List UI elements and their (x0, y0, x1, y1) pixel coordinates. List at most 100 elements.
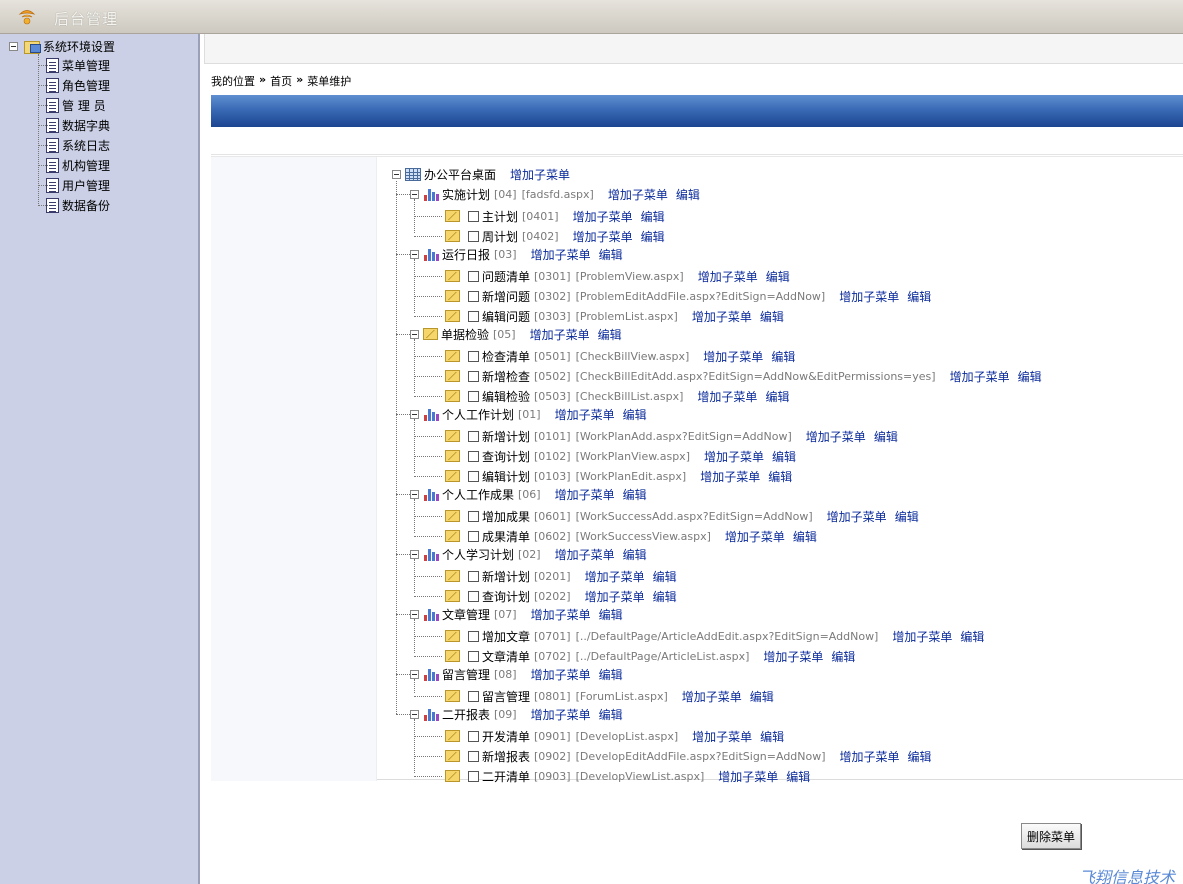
collapse-icon[interactable] (410, 669, 419, 679)
menu-item-node[interactable]: 新增问题 [0302] [ProblemEditAddFile.aspx?EditS… (445, 287, 931, 305)
sidebar-item[interactable]: 系统日志 (46, 136, 110, 154)
edit-link[interactable]: 编辑 (598, 326, 622, 343)
edit-link[interactable]: 编辑 (772, 448, 796, 465)
edit-link[interactable]: 编辑 (676, 186, 700, 203)
collapse-icon[interactable] (410, 329, 419, 339)
add-submenu-link[interactable]: 增加子菜单 (840, 748, 900, 765)
menu-checkbox[interactable] (468, 470, 479, 482)
edit-link[interactable]: 编辑 (908, 748, 932, 765)
menu-item-node[interactable]: 问题清单 [0301] [ProblemView.aspx] 增加子菜单 编辑 (445, 267, 790, 285)
collapse-icon[interactable] (392, 169, 401, 179)
edit-link[interactable]: 编辑 (1018, 368, 1042, 385)
sidebar-item[interactable]: 机构管理 (46, 156, 110, 174)
menu-item-node[interactable]: 新增计划 [0101] [WorkPlanAdd.aspx?EditSign=Add… (445, 427, 898, 445)
menu-item-node[interactable]: 留言管理 [0801] [ForumList.aspx] 增加子菜单 编辑 (445, 687, 774, 705)
edit-link[interactable]: 编辑 (599, 606, 623, 623)
menu-checkbox[interactable] (468, 230, 479, 242)
menu-checkbox[interactable] (468, 290, 479, 302)
add-submenu-link[interactable]: 增加子菜单 (892, 628, 952, 645)
edit-link[interactable]: 编辑 (599, 246, 623, 263)
menu-item-node[interactable]: 新增检查 [0502] [CheckBillEditAdd.aspx?EditSig… (445, 367, 1042, 385)
edit-link[interactable]: 编辑 (793, 528, 817, 545)
add-submenu-link[interactable]: 增加子菜单 (763, 648, 823, 665)
menu-group-node[interactable]: 个人工作成果 [06] 增加子菜单 编辑 (410, 485, 647, 503)
add-submenu-link[interactable]: 增加子菜单 (555, 546, 615, 563)
menu-item-node[interactable]: 二开清单 [0903] [DevelopViewList.aspx] 增加子菜单 编辑 (445, 767, 810, 785)
edit-link[interactable]: 编辑 (623, 406, 647, 423)
menu-group-node[interactable]: 实施计划 [04] [fadsfd.aspx] 增加子菜单 编辑 (410, 185, 700, 203)
add-submenu-link[interactable]: 增加子菜单 (510, 166, 570, 183)
add-submenu-link[interactable]: 增加子菜单 (703, 348, 763, 365)
menu-checkbox[interactable] (468, 210, 479, 222)
menu-checkbox[interactable] (468, 570, 479, 582)
menu-checkbox[interactable] (468, 690, 479, 702)
collapse-icon[interactable] (410, 709, 419, 719)
menu-group-node[interactable]: 运行日报 [03] 增加子菜单 编辑 (410, 245, 623, 263)
menu-checkbox[interactable] (468, 650, 479, 662)
menu-checkbox[interactable] (468, 750, 479, 762)
collapse-icon[interactable] (410, 549, 419, 559)
add-submenu-link[interactable]: 增加子菜单 (697, 388, 757, 405)
menu-group-node[interactable]: 单据检验 [05] 增加子菜单 编辑 (410, 325, 622, 343)
menu-checkbox[interactable] (468, 390, 479, 402)
menu-item-node[interactable]: 查询计划 [0102] [WorkPlanView.aspx] 增加子菜单 编辑 (445, 447, 796, 465)
add-submenu-link[interactable]: 增加子菜单 (692, 308, 752, 325)
edit-link[interactable]: 编辑 (641, 228, 665, 245)
menu-item-node[interactable]: 编辑计划 [0103] [WorkPlanEdit.aspx] 增加子菜单 编辑 (445, 467, 792, 485)
sidebar-item[interactable]: 菜单管理 (46, 56, 110, 74)
add-submenu-link[interactable]: 增加子菜单 (573, 208, 633, 225)
add-submenu-link[interactable]: 增加子菜单 (531, 246, 591, 263)
edit-link[interactable]: 编辑 (653, 588, 677, 605)
add-submenu-link[interactable]: 增加子菜单 (725, 528, 785, 545)
sidebar-item[interactable]: 管 理 员 (46, 96, 106, 114)
menu-item-node[interactable]: 增加成果 [0601] [WorkSuccessAdd.aspx?EditSign=… (445, 507, 919, 525)
add-submenu-link[interactable]: 增加子菜单 (530, 326, 590, 343)
edit-link[interactable]: 编辑 (623, 546, 647, 563)
edit-link[interactable]: 编辑 (760, 308, 784, 325)
menu-group-node[interactable]: 文章管理 [07] 增加子菜单 编辑 (410, 605, 623, 623)
edit-link[interactable]: 编辑 (766, 268, 790, 285)
add-submenu-link[interactable]: 增加子菜单 (827, 508, 887, 525)
menu-item-node[interactable]: 编辑检验 [0503] [CheckBillList.aspx] 增加子菜单 编辑 (445, 387, 789, 405)
add-submenu-link[interactable]: 增加子菜单 (950, 368, 1010, 385)
collapse-icon[interactable] (410, 249, 419, 259)
add-submenu-link[interactable]: 增加子菜单 (692, 728, 752, 745)
sidebar-item[interactable]: 角色管理 (46, 76, 110, 94)
menu-group-node[interactable]: 个人工作计划 [01] 增加子菜单 编辑 (410, 405, 647, 423)
add-submenu-link[interactable]: 增加子菜单 (700, 468, 760, 485)
menu-checkbox[interactable] (468, 430, 479, 442)
tree-root-node[interactable]: 办公平台桌面 增加子菜单 (392, 165, 570, 183)
menu-item-node[interactable]: 增加文章 [0701] [../DefaultPage/ArticleAddEdit… (445, 627, 984, 645)
menu-checkbox[interactable] (468, 510, 479, 522)
menu-item-node[interactable]: 主计划 [0401] 增加子菜单 编辑 (445, 207, 665, 225)
menu-group-node[interactable]: 二开报表 [09] 增加子菜单 编辑 (410, 705, 623, 723)
add-submenu-link[interactable]: 增加子菜单 (585, 588, 645, 605)
edit-link[interactable]: 编辑 (599, 666, 623, 683)
menu-item-node[interactable]: 开发清单 [0901] [DevelopList.aspx] 增加子菜单 编辑 (445, 727, 784, 745)
edit-link[interactable]: 编辑 (895, 508, 919, 525)
edit-link[interactable]: 编辑 (874, 428, 898, 445)
collapse-icon[interactable] (9, 41, 18, 51)
menu-checkbox[interactable] (468, 630, 479, 642)
menu-group-node[interactable]: 个人学习计划 [02] 增加子菜单 编辑 (410, 545, 647, 563)
add-submenu-link[interactable]: 增加子菜单 (718, 768, 778, 785)
add-submenu-link[interactable]: 增加子菜单 (682, 688, 742, 705)
menu-item-node[interactable]: 检查清单 [0501] [CheckBillView.aspx] 增加子菜单 编辑 (445, 347, 795, 365)
menu-item-node[interactable]: 新增计划 [0201] 增加子菜单 编辑 (445, 567, 677, 585)
delete-menu-button[interactable]: 删除菜单 (1021, 823, 1081, 849)
edit-link[interactable]: 编辑 (771, 348, 795, 365)
edit-link[interactable]: 编辑 (786, 768, 810, 785)
add-submenu-link[interactable]: 增加子菜单 (531, 666, 591, 683)
menu-checkbox[interactable] (468, 730, 479, 742)
menu-item-node[interactable]: 查询计划 [0202] 增加子菜单 编辑 (445, 587, 677, 605)
collapse-icon[interactable] (410, 189, 419, 199)
add-submenu-link[interactable]: 增加子菜单 (704, 448, 764, 465)
edit-link[interactable]: 编辑 (623, 486, 647, 503)
collapse-icon[interactable] (410, 409, 419, 419)
edit-link[interactable]: 编辑 (653, 568, 677, 585)
add-submenu-link[interactable]: 增加子菜单 (531, 706, 591, 723)
collapse-icon[interactable] (410, 489, 419, 499)
collapse-icon[interactable] (410, 609, 419, 619)
add-submenu-link[interactable]: 增加子菜单 (806, 428, 866, 445)
menu-checkbox[interactable] (468, 450, 479, 462)
